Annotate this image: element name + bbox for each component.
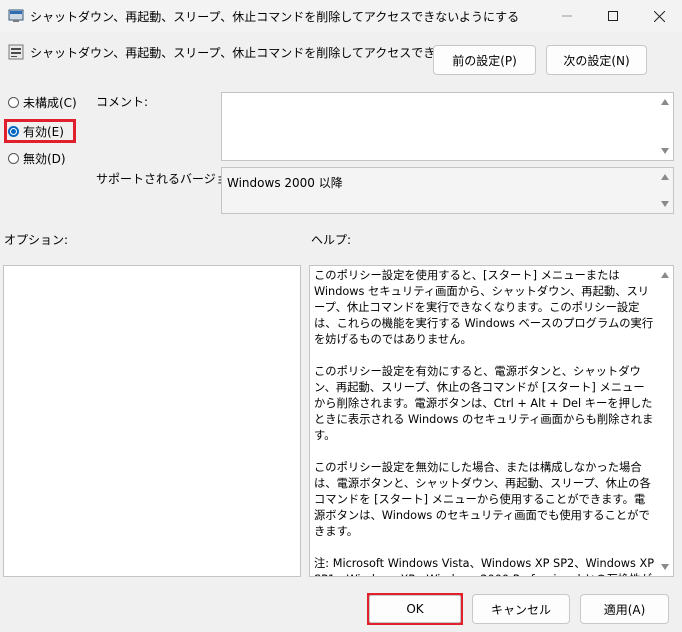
help-panel: このポリシー設定を使用すると、[スタート] メニューまたは Windows セキ… <box>309 265 674 577</box>
options-label: オプション: <box>4 233 69 247</box>
cancel-button[interactable]: キャンセル <box>472 594 570 624</box>
radio-label: 未構成(C) <box>23 95 77 110</box>
maximize-button[interactable] <box>590 0 636 32</box>
ok-button[interactable]: OK <box>369 595 461 623</box>
scroll-up-icon[interactable] <box>661 99 669 105</box>
help-paragraph: このポリシー設定を有効にすると、電源ボタンと、シャットダウン、再起動、スリープ、… <box>314 365 654 442</box>
next-setting-button[interactable]: 次の設定(N) <box>546 45 647 75</box>
close-icon <box>653 10 665 22</box>
window-title: シャットダウン、再起動、スリープ、休止コマンドを削除してアクセスできないようにす… <box>30 10 520 24</box>
scroll-up-icon[interactable] <box>661 272 669 278</box>
radio-button-selected-icon <box>8 125 19 137</box>
scroll-up-icon[interactable] <box>661 174 669 180</box>
help-paragraph: このポリシー設定を無効にした場合、または構成しなかった場合は、電源ボタンと、シャ… <box>314 461 651 538</box>
scroll-down-icon[interactable] <box>661 148 669 154</box>
supported-field: Windows 2000 以降 <box>221 167 674 214</box>
comment-label: コメント: <box>96 95 149 109</box>
close-button[interactable] <box>636 0 682 32</box>
scroll-down-icon[interactable] <box>661 201 669 207</box>
comment-scrollbar[interactable] <box>657 93 673 160</box>
policy-icon <box>8 9 24 22</box>
radio-label: 無効(D) <box>23 151 66 166</box>
comment-textarea[interactable] <box>221 92 674 161</box>
supported-value: Windows 2000 以降 <box>227 176 343 190</box>
help-scrollbar[interactable] <box>657 266 673 576</box>
radio-disabled[interactable]: 無効(D) <box>8 148 66 168</box>
minimize-icon <box>562 15 572 17</box>
scroll-down-icon[interactable] <box>661 564 669 570</box>
radio-enabled[interactable]: 有効(E) <box>8 121 64 141</box>
minimize-button[interactable] <box>544 0 590 32</box>
help-paragraph: このポリシー設定を使用すると、[スタート] メニューまたは Windows セキ… <box>314 269 654 346</box>
setting-icon <box>8 44 24 60</box>
radio-button-icon <box>8 152 19 164</box>
radio-not-configured[interactable]: 未構成(C) <box>8 92 77 112</box>
radio-label: 有効(E) <box>23 124 64 139</box>
help-text: このポリシー設定を使用すると、[スタート] メニューまたは Windows セキ… <box>314 268 655 576</box>
radio-button-icon <box>8 96 19 108</box>
supported-scrollbar[interactable] <box>657 168 673 213</box>
help-paragraph: 注: Microsoft Windows Vista、Windows XP SP… <box>314 557 655 576</box>
apply-button[interactable]: 適用(A) <box>580 594 669 624</box>
maximize-icon <box>608 11 618 21</box>
options-panel <box>3 265 301 577</box>
previous-setting-button[interactable]: 前の設定(P) <box>433 45 536 75</box>
help-label: ヘルプ: <box>311 233 352 247</box>
